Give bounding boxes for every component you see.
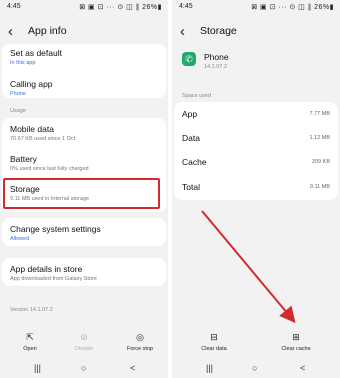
arrow-line <box>201 210 296 324</box>
annotation-arrow <box>201 210 296 324</box>
